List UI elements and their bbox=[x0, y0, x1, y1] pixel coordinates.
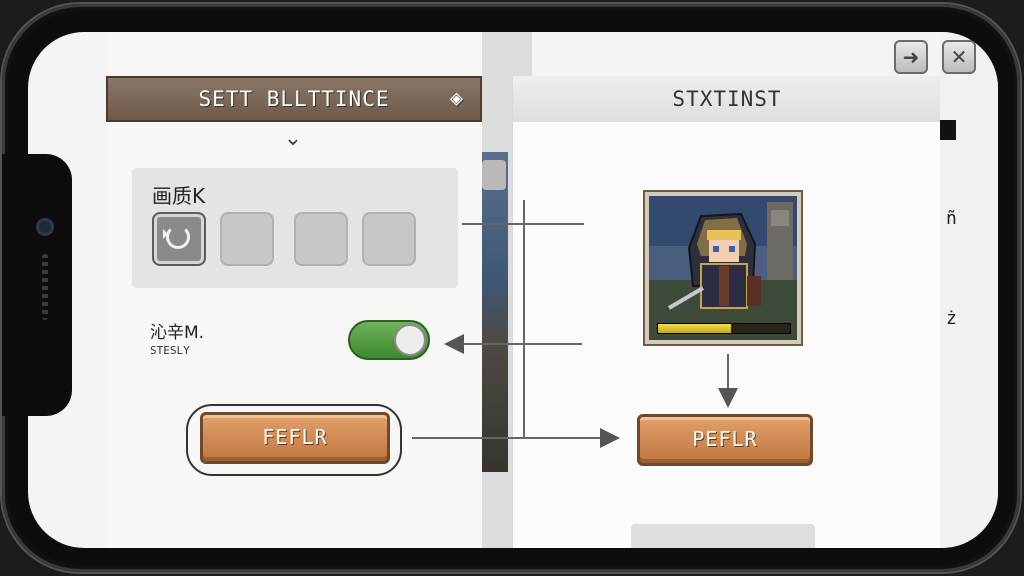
toggle-knob bbox=[394, 324, 426, 356]
status-refresh-button[interactable]: PEFLR bbox=[637, 414, 813, 466]
bottom-tab[interactable] bbox=[631, 524, 815, 548]
hooded-knight-image bbox=[649, 196, 797, 340]
arrow-right-icon[interactable]: ➜ bbox=[894, 40, 928, 74]
settings-panel: SETT BLLTTINCE ◈ ⌄ 画质K 沁辛M. STESLY FEFLR bbox=[106, 32, 482, 548]
settings-refresh-button[interactable]: FEFLR bbox=[200, 412, 390, 464]
speaker-grille bbox=[42, 254, 48, 320]
settings-title: SETT BLLTTINCE bbox=[198, 87, 390, 111]
hp-bar bbox=[657, 323, 791, 334]
phone-notch bbox=[2, 154, 72, 416]
phone-frame: SETT BLLTTINCE ◈ ⌄ 画质K 沁辛M. STESLY FEFLR bbox=[2, 4, 1020, 572]
sound-label: 沁辛M. bbox=[150, 323, 205, 343]
chevron-down-icon[interactable]: ⌄ bbox=[278, 126, 308, 151]
quality-option-1[interactable] bbox=[152, 212, 206, 266]
edge-glyph-1: ñ bbox=[946, 208, 957, 229]
settings-header: SETT BLLTTINCE ◈ bbox=[106, 76, 482, 122]
quality-option-3[interactable] bbox=[294, 212, 348, 266]
status-panel: STXTINST PEFLR bbox=[512, 76, 941, 548]
quality-option-2[interactable] bbox=[220, 212, 274, 266]
right-edge-panel bbox=[940, 32, 998, 548]
background-tile bbox=[482, 160, 506, 190]
refresh-icon bbox=[163, 225, 190, 249]
game-screen: SETT BLLTTINCE ◈ ⌄ 画质K 沁辛M. STESLY FEFLR bbox=[28, 32, 998, 548]
edge-marker bbox=[940, 120, 956, 140]
close-icon[interactable]: ✕ bbox=[942, 40, 976, 74]
edge-glyph-2: ż bbox=[946, 308, 957, 329]
status-header: STXTINST bbox=[513, 76, 941, 122]
sound-toggle[interactable] bbox=[348, 320, 430, 360]
quality-label: 画质K bbox=[152, 184, 206, 208]
background-game-art bbox=[482, 152, 508, 472]
diamond-icon[interactable]: ◈ bbox=[442, 82, 472, 116]
hp-bar-fill bbox=[658, 324, 731, 333]
camera-icon bbox=[36, 218, 54, 236]
quality-option-4[interactable] bbox=[362, 212, 416, 266]
sound-sublabel: STESLY bbox=[150, 344, 190, 357]
quality-section: 画质K bbox=[132, 168, 458, 288]
character-portrait[interactable] bbox=[645, 192, 801, 344]
